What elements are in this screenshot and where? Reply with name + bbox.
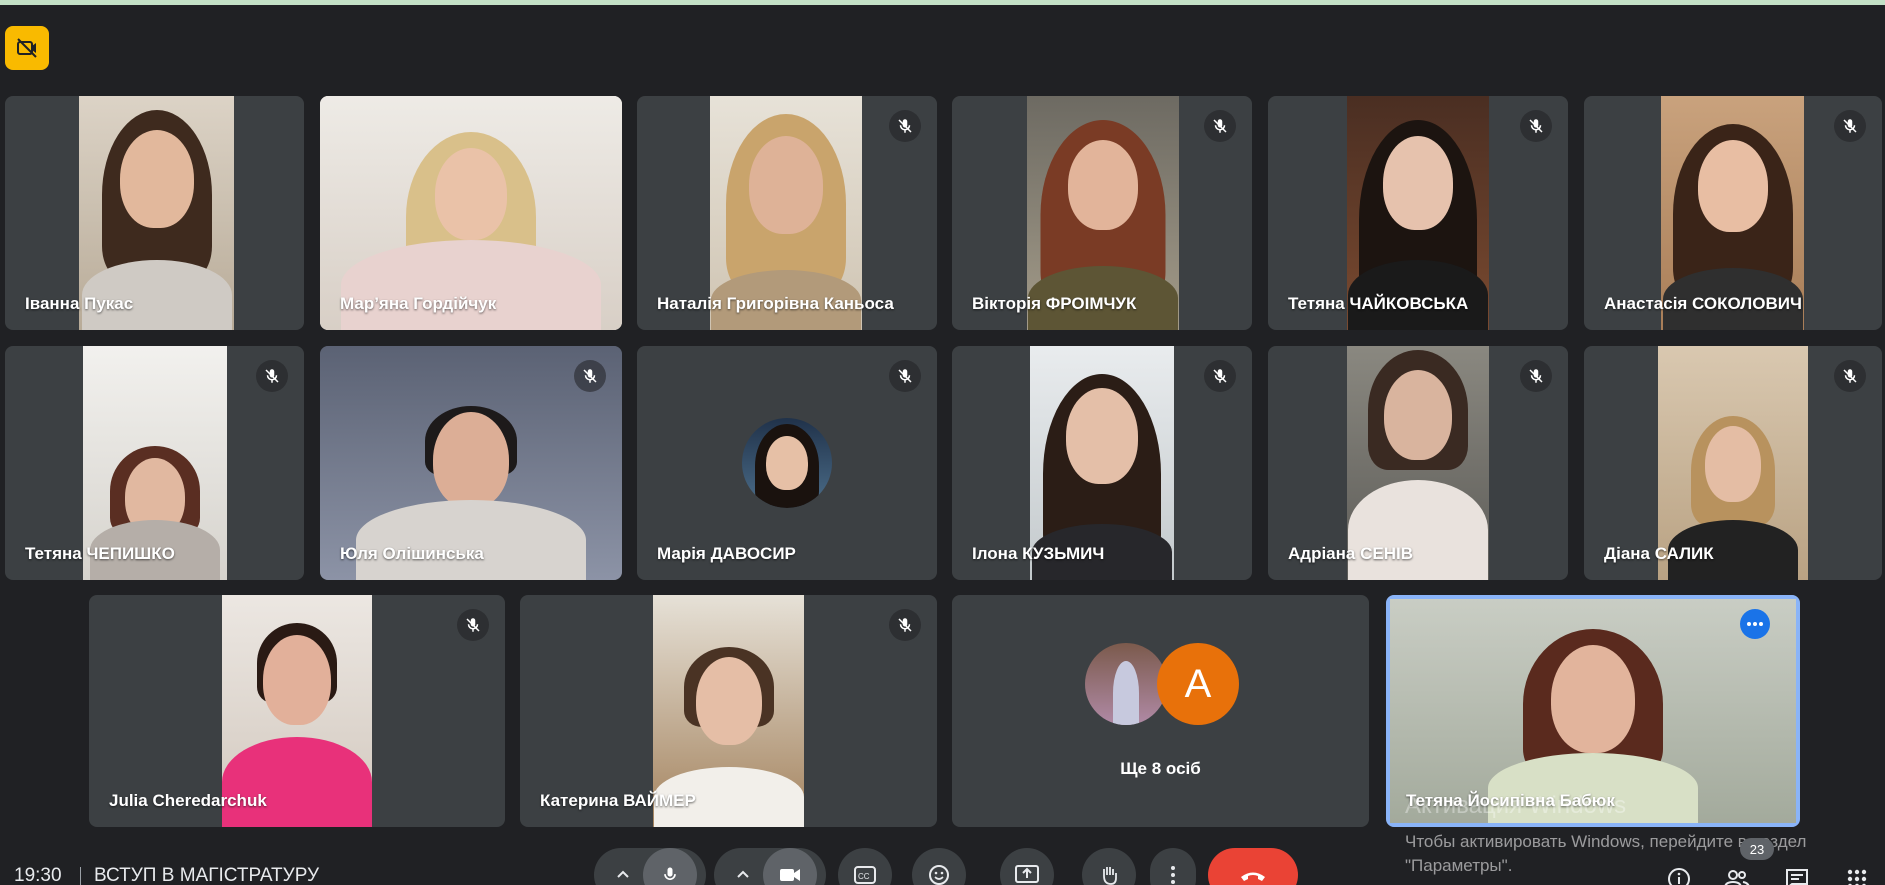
- no-video-badge-icon[interactable]: [5, 26, 49, 70]
- avatar-letter: A: [1157, 643, 1239, 725]
- participant-tile[interactable]: Ілона КУЗЬМИЧ: [952, 346, 1252, 580]
- mic-off-icon: [1520, 360, 1552, 392]
- camera-control-group: [714, 848, 826, 885]
- chevron-up-icon[interactable]: [723, 868, 763, 882]
- avatar: [742, 418, 832, 508]
- mic-off-icon: [574, 360, 606, 392]
- participant-tile[interactable]: Наталія Григорівна Каньоса: [637, 96, 937, 330]
- more-vert-icon[interactable]: [1150, 848, 1196, 885]
- participant-tile[interactable]: Тетяна ЧАЙКОВСЬКА: [1268, 96, 1568, 330]
- participant-name: Тетяна ЧЕПИШКО: [25, 544, 175, 563]
- mic-off-icon: [1204, 110, 1236, 142]
- participant-tile[interactable]: Вікторія ФРОІМЧУК: [952, 96, 1252, 330]
- others-tile[interactable]: A Ще 8 осіб: [952, 595, 1369, 827]
- mic-off-icon: [889, 609, 921, 641]
- participant-tile[interactable]: Катерина ВАЙМЕР: [520, 595, 937, 827]
- mic-off-icon: [1834, 110, 1866, 142]
- participant-name: Julia Cheredarchuk: [109, 791, 267, 810]
- people-icon[interactable]: [1720, 862, 1754, 885]
- meeting-title: ВСТУП В МАГІСТРАТУРУ: [94, 865, 320, 885]
- top-accent-line: [0, 0, 1885, 5]
- participant-name: Іванна Пукас: [25, 294, 134, 313]
- meeting-time: 19:30: [14, 865, 62, 885]
- participant-tile[interactable]: Юля Олішинська: [320, 346, 622, 580]
- participant-tile[interactable]: Анастасія СОКОЛОВИЧ: [1584, 96, 1882, 330]
- mic-off-icon: [889, 360, 921, 392]
- mic-off-icon: [1204, 360, 1236, 392]
- end-call-icon[interactable]: [1208, 848, 1298, 885]
- mic-off-icon: [256, 360, 288, 392]
- participant-tile[interactable]: Адріана СЕНІВ: [1268, 346, 1568, 580]
- participant-name: Катерина ВАЙМЕР: [540, 791, 696, 810]
- chat-icon[interactable]: [1780, 862, 1814, 885]
- participant-video: [1390, 599, 1796, 823]
- mic-off-icon: [1834, 360, 1866, 392]
- captions-icon[interactable]: CC: [838, 848, 892, 885]
- apps-icon[interactable]: [1840, 862, 1874, 885]
- watermark-title: Активация Windows: [1405, 792, 1627, 819]
- participant-name: Діана САЛИК: [1604, 544, 1714, 563]
- present-icon[interactable]: [1000, 848, 1054, 885]
- participant-tile[interactable]: Мар’яна Гордійчук: [320, 96, 622, 330]
- participant-name: Тетяна ЧАЙКОВСЬКА: [1288, 294, 1469, 313]
- participant-name: Марія ДАВОСИР: [657, 544, 796, 563]
- mic-control-group: [594, 848, 706, 885]
- more-options-icon[interactable]: [1740, 609, 1770, 639]
- divider: [80, 867, 81, 885]
- participant-name: Вікторія ФРОІМЧУК: [972, 294, 1137, 313]
- mic-off-icon: [889, 110, 921, 142]
- participant-tile[interactable]: Іванна Пукас: [5, 96, 304, 330]
- participant-tile[interactable]: Марія ДАВОСИР: [637, 346, 937, 580]
- mic-icon[interactable]: [643, 848, 697, 885]
- participant-tile[interactable]: Діана САЛИК: [1584, 346, 1882, 580]
- emoji-icon[interactable]: [912, 848, 966, 885]
- participant-count-badge: 23: [1740, 838, 1774, 860]
- others-count-label: Ще 8 осіб: [1120, 759, 1201, 778]
- participant-name: Адріана СЕНІВ: [1288, 544, 1413, 563]
- participant-name: Анастасія СОКОЛОВИЧ: [1604, 294, 1802, 313]
- participant-name: Наталія Григорівна Каньоса: [657, 294, 894, 313]
- mic-off-icon: [1520, 110, 1552, 142]
- mic-off-icon: [457, 609, 489, 641]
- info-icon[interactable]: [1662, 862, 1696, 885]
- participant-tile[interactable]: Тетяна ЧЕПИШКО: [5, 346, 304, 580]
- raise-hand-icon[interactable]: [1082, 848, 1136, 885]
- participant-name: Ілона КУЗЬМИЧ: [972, 544, 1105, 563]
- svg-text:CC: CC: [858, 872, 870, 881]
- participant-name: Мар’яна Гордійчук: [340, 294, 497, 313]
- participant-tile[interactable]: Julia Cheredarchuk: [89, 595, 505, 827]
- camera-icon[interactable]: [763, 848, 817, 885]
- chevron-up-icon[interactable]: [603, 868, 643, 882]
- participant-name: Юля Олішинська: [340, 544, 484, 563]
- avatar: [1085, 643, 1167, 725]
